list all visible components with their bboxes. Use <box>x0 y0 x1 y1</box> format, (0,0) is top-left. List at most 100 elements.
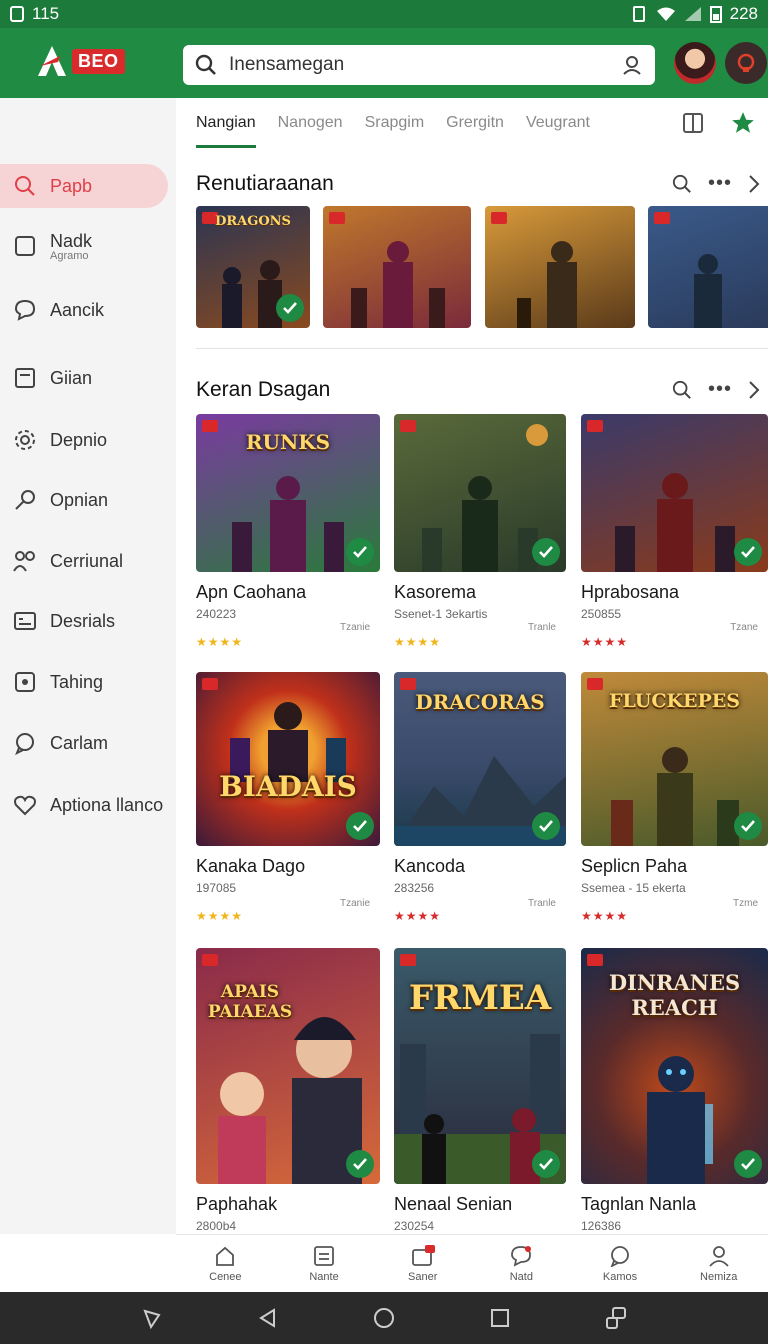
chevron-right-icon[interactable] <box>748 380 760 400</box>
game-name: Paphahak <box>196 1194 278 1214</box>
list-icon <box>314 1245 334 1266</box>
nav-item-nemiza[interactable]: Nemiza <box>669 1235 768 1292</box>
chevron-right-icon[interactable] <box>748 174 760 194</box>
search-icon[interactable] <box>672 174 692 194</box>
people-icon <box>12 548 38 574</box>
warriors-art-icon <box>232 476 344 572</box>
sidebar-item-papb[interactable]: Papb <box>0 164 168 208</box>
game-card[interactable]: DRACORAS Kancoda 283256 Tranle ★★★★ <box>394 672 566 923</box>
rating-stars: ★★★★ <box>581 635 629 649</box>
game-name: Tagnlan Nanla <box>581 1194 697 1214</box>
sidebar-item-desrials[interactable]: Desrials <box>0 599 168 643</box>
game-thumb[interactable] <box>323 206 471 328</box>
sidebar-item-label: Opnian <box>50 489 109 510</box>
sidebar-item-tahing[interactable]: Tahing <box>0 660 168 704</box>
more-icon[interactable]: ••• <box>708 378 732 401</box>
assist-icon[interactable] <box>141 1307 163 1329</box>
badge-icon <box>587 954 603 966</box>
nav-item-cenee[interactable]: Cenee <box>176 1235 275 1292</box>
sidebar-item-aancik[interactable]: Aancik <box>0 288 168 332</box>
more-icon[interactable]: ••• <box>708 172 732 195</box>
badge-icon <box>400 678 416 690</box>
game-card[interactable]: Kasorema Ssenet-1 3ekartis Tranle ★★★★ <box>394 414 566 649</box>
check-icon <box>532 538 560 566</box>
art-title: FRMEA <box>408 978 552 1018</box>
switch-app-icon[interactable] <box>604 1306 628 1330</box>
game-tag: Tzanie <box>339 898 370 909</box>
section-title: Renutiaraanan <box>196 172 334 195</box>
sidebar-item-nadk[interactable]: Nadk Agramo <box>0 222 168 270</box>
search-input[interactable]: Inensamegan <box>229 54 621 76</box>
game-card[interactable]: Hprabosana 250855 Tzane ★★★★ <box>581 414 768 649</box>
sidebar-item-cerriunal[interactable]: Cerriunal <box>0 539 168 583</box>
game-name: Kanaka Dago <box>196 856 306 876</box>
game-meta: 230254 <box>394 1219 435 1233</box>
badge-icon <box>654 212 670 224</box>
game-card[interactable]: RUNKS Apn Caohana 240223 Tzanie ★★★★ <box>196 414 380 649</box>
art-title: DRACORAS <box>415 690 545 714</box>
game-thumb[interactable]: DRAGONS <box>196 206 310 328</box>
tab-veugrant[interactable]: Veugrant <box>526 112 590 148</box>
game-card[interactable]: APAIS PAIAEAS Paphahak 2800b4 <box>196 948 380 1233</box>
check-icon <box>346 812 374 840</box>
game-meta: 283256 <box>394 881 435 895</box>
tab-grergitn[interactable]: Grergitn <box>446 112 504 148</box>
account-avatar[interactable] <box>725 42 767 84</box>
search-icon[interactable] <box>672 380 692 400</box>
home-icon <box>216 1246 235 1266</box>
badge-icon <box>587 678 603 690</box>
tab-srapgim[interactable]: Srapgim <box>365 112 425 148</box>
skull-icon <box>737 53 755 72</box>
game-thumb[interactable] <box>485 206 635 328</box>
nav-item-nante[interactable]: Nante <box>275 1235 374 1292</box>
check-icon <box>734 538 762 566</box>
game-name: Nenaal Senian <box>394 1194 513 1214</box>
user-avatar[interactable] <box>674 42 716 84</box>
star-icon[interactable] <box>730 110 756 136</box>
search-bar[interactable]: Inensamegan <box>183 45 655 85</box>
heart-icon <box>12 792 38 818</box>
recents-icon[interactable] <box>489 1307 511 1329</box>
game-meta: 250855 <box>581 607 622 621</box>
game-card[interactable]: DINRANES REACH Tagnlan Nanla 126386 <box>581 948 768 1233</box>
battery-icon <box>709 6 722 23</box>
person-icon <box>709 1245 729 1267</box>
back-icon[interactable] <box>257 1307 279 1329</box>
tab-nanogen[interactable]: Nanogen <box>278 112 343 148</box>
warriors-art-icon <box>615 473 735 572</box>
check-icon <box>346 1150 374 1178</box>
nav-item-kamos[interactable]: Kamos <box>571 1235 670 1292</box>
sidebar-item-aptiona-llanco[interactable]: Aptiona llanco <box>0 783 168 827</box>
square-dot-icon <box>12 669 38 695</box>
check-icon <box>532 1150 560 1178</box>
logo-mark-icon <box>38 46 66 76</box>
game-card[interactable]: FRMEA Nenaal Senian 230254 <box>394 948 566 1233</box>
moon-icon <box>526 424 548 446</box>
sidebar-item-label: Depnio <box>50 429 108 450</box>
home-button-icon[interactable] <box>373 1307 395 1329</box>
sidebar-item-opnian[interactable]: Opnian <box>0 478 168 522</box>
status-bar: 115 228 <box>0 0 768 28</box>
nav-item-natd[interactable]: Natd <box>472 1235 571 1292</box>
bubble-icon <box>610 1245 629 1267</box>
tab-nangian[interactable]: Nangian <box>196 112 256 148</box>
game-meta: 126386 <box>581 1219 622 1233</box>
nav-item-saner[interactable]: Saner <box>373 1235 472 1292</box>
sidebar-item-label: Aptiona llanco <box>50 794 164 815</box>
game-thumb[interactable] <box>648 206 768 328</box>
sidebar-item-depnio[interactable]: Depnio <box>0 418 168 462</box>
game-card[interactable]: BIADAIS Kanaka Dago 197085 Tzanie ★★★★ <box>196 672 380 923</box>
gear-icon <box>12 427 38 453</box>
game-name: Kasorema <box>394 582 477 602</box>
sidebar-item-giian[interactable]: Giian <box>0 356 168 400</box>
bottom-nav: Cenee Nante Saner Natd Kamos Nemiza <box>176 1234 768 1292</box>
sidebar-item-carlam[interactable]: Carlam <box>0 721 168 765</box>
game-tag: Tranle <box>528 898 556 909</box>
app-logo[interactable]: BEO <box>36 44 125 78</box>
profile-search-icon[interactable] <box>621 54 643 76</box>
signal-icon <box>684 7 701 21</box>
game-card[interactable]: FLUCKEPES Seplicn Paha Ssemea - 15 ekert… <box>581 672 768 923</box>
split-view-icon[interactable] <box>682 112 704 134</box>
warriors-art-icon <box>611 747 739 846</box>
badge-icon <box>202 678 218 690</box>
